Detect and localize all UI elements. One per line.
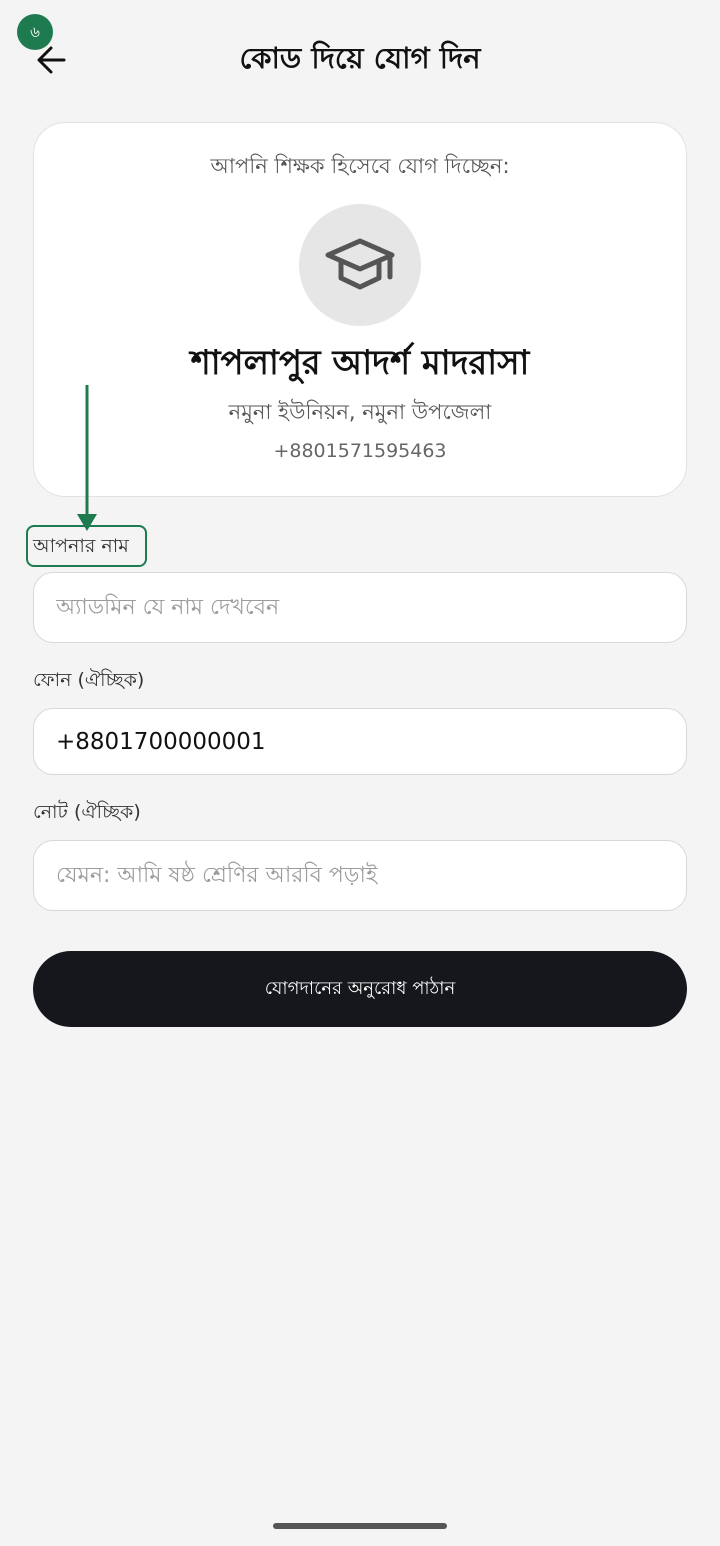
institution-avatar [299,204,421,326]
institution-name: শাপলাপুর আদর্শ মাদরাসা [190,343,530,383]
name-label-highlight: আপনার নাম [26,525,147,567]
institution-card: আপনি শিক্ষক হিসেবে যোগ দিচ্ছেন: শাপলাপুর… [33,122,687,497]
pointer-arrow-icon [77,385,97,531]
institution-location: নমুনা ইউনিয়ন, নমুনা উপজেলা [228,400,492,424]
send-join-request-button[interactable]: যোগদানের অনুরোধ পাঠান [33,951,687,1027]
phone-label: ফোন (ঐচ্ছিক) [33,669,145,691]
arrow-left-icon[interactable] [34,42,70,78]
institution-phone: +8801571595463 [273,440,447,462]
page-title: কোড দিয়ে যোগ দিন [239,41,481,75]
home-indicator [273,1523,447,1529]
join-with-code-screen: ৬ কোড দিয়ে যোগ দিন আপনি শিক্ষক হিসেবে য… [0,0,720,1546]
name-input[interactable] [33,572,687,643]
graduation-cap-icon [325,238,395,290]
role-intro-text: আপনি শিক্ষক হিসেবে যোগ দিচ্ছেন: [210,154,510,178]
name-label: আপনার নাম [33,535,129,557]
note-label: নোট (ঐচ্ছিক) [33,801,141,823]
note-input[interactable] [33,840,687,911]
phone-input[interactable] [33,708,687,775]
